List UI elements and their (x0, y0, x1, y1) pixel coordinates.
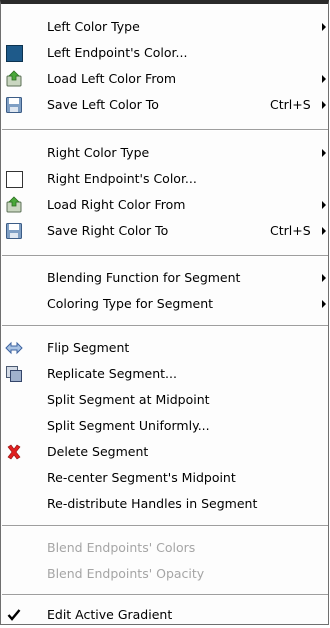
separator (2, 594, 328, 596)
menu-item-label: Load Left Color From (47, 71, 177, 86)
menu-item-label: Flip Segment (47, 340, 130, 355)
submenu-arrow-icon (322, 75, 326, 83)
shortcut-label: Ctrl+S (270, 223, 311, 238)
submenu-arrow-icon (322, 149, 326, 157)
menu-item-flip-segment[interactable]: Flip Segment (0, 335, 330, 361)
menu-item-blend-opacity: Blend Endpoints' Opacity (0, 561, 330, 587)
menu-item-label: Re-distribute Handles in Segment (47, 496, 258, 511)
menu-item-right-color-type[interactable]: Right Color Type (0, 140, 330, 166)
menu-item-label: Delete Segment (47, 444, 149, 459)
menu-item-split-midpoint[interactable]: Split Segment at Midpoint (0, 387, 330, 413)
separator (2, 255, 328, 257)
submenu-arrow-icon (322, 300, 326, 308)
menu-item-label: Split Segment Uniformly... (47, 418, 210, 433)
menu-item-label: Right Color Type (47, 145, 150, 160)
submenu-arrow-icon (322, 201, 326, 209)
menu-item-save-left-color[interactable]: Save Left Color To Ctrl+S (0, 92, 330, 118)
menu-item-load-right-color[interactable]: Load Right Color From (0, 192, 330, 218)
menu-item-label: Blend Endpoints' Opacity (47, 566, 205, 581)
menu-item-label: Blend Endpoints' Colors (47, 540, 196, 555)
menu-item-left-endpoint-color[interactable]: Left Endpoint's Color... (0, 40, 330, 66)
submenu-arrow-icon (322, 101, 326, 109)
menu-item-delete-segment[interactable]: Delete Segment (0, 439, 330, 465)
menu-item-label: Load Right Color From (47, 197, 186, 212)
flip-icon (5, 339, 23, 357)
menu-item-label: Right Endpoint's Color... (47, 171, 197, 186)
menu-item-recenter-midpoint[interactable]: Re-center Segment's Midpoint (0, 465, 330, 491)
menu-item-label: Save Right Color To (47, 223, 169, 238)
save-icon (5, 96, 23, 114)
color-swatch-icon (5, 170, 23, 188)
submenu-arrow-icon (322, 274, 326, 282)
menu-item-label: Left Endpoint's Color... (47, 45, 188, 60)
menu-item-save-right-color[interactable]: Save Right Color To Ctrl+S (0, 218, 330, 244)
save-icon (5, 222, 23, 240)
menu-item-blending-function[interactable]: Blending Function for Segment (0, 265, 330, 291)
menu-item-split-uniformly[interactable]: Split Segment Uniformly... (0, 413, 330, 439)
shortcut-label: Ctrl+S (270, 97, 311, 112)
menu-item-label: Replicate Segment... (47, 366, 177, 381)
menu-item-label: Left Color Type (47, 19, 140, 34)
menu-item-load-left-color[interactable]: Load Left Color From (0, 66, 330, 92)
submenu-arrow-icon (322, 227, 326, 235)
menu-item-edit-active-gradient[interactable]: Edit Active Gradient (0, 602, 330, 628)
menu-item-blend-colors: Blend Endpoints' Colors (0, 535, 330, 561)
menu-item-label: Re-center Segment's Midpoint (47, 470, 236, 485)
menu-item-label: Split Segment at Midpoint (47, 392, 210, 407)
color-swatch-icon (5, 44, 23, 62)
separator (2, 325, 328, 327)
load-icon (5, 70, 23, 88)
separator (2, 129, 328, 131)
menu-item-label: Edit Active Gradient (47, 607, 173, 622)
menu-item-redistribute-handles[interactable]: Re-distribute Handles in Segment (0, 491, 330, 517)
replicate-icon (5, 365, 23, 383)
menu-item-right-endpoint-color[interactable]: Right Endpoint's Color... (0, 166, 330, 192)
menu-item-left-color-type[interactable]: Left Color Type (0, 14, 330, 40)
load-icon (5, 196, 23, 214)
menu-item-label: Coloring Type for Segment (47, 296, 214, 311)
menu-item-replicate-segment[interactable]: Replicate Segment... (0, 361, 330, 387)
separator (2, 525, 328, 527)
menu-item-label: Blending Function for Segment (47, 270, 241, 285)
submenu-arrow-icon (322, 23, 326, 31)
menu-item-label: Save Left Color To (47, 97, 159, 112)
delete-icon (5, 443, 23, 461)
menu-item-coloring-type[interactable]: Coloring Type for Segment (0, 291, 330, 317)
check-icon (5, 606, 23, 624)
